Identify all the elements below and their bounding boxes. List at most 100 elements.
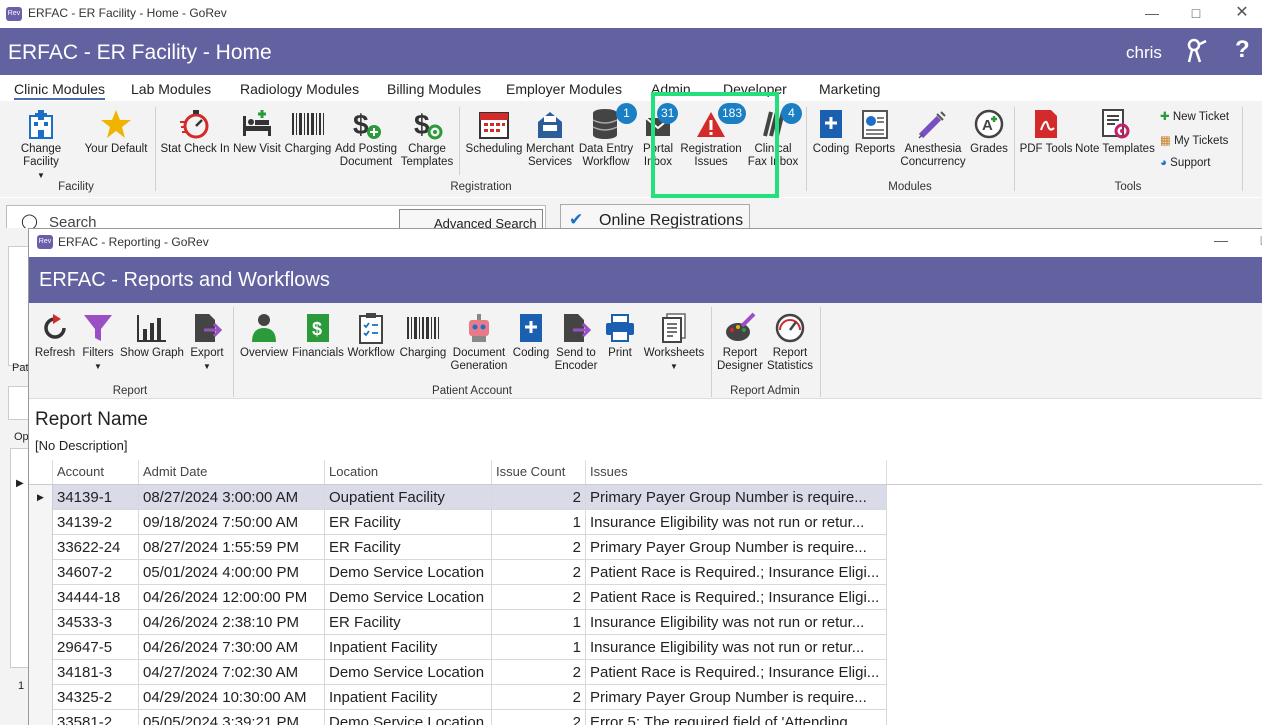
- reports-button[interactable]: Reports: [852, 107, 898, 156]
- user-keys-icon[interactable]: [1186, 38, 1208, 67]
- location-cell: Inpatient Facility: [325, 685, 492, 710]
- page-title: ERFAC - ER Facility - Home: [8, 41, 272, 64]
- table-row[interactable]: 33581-2 05/05/2024 3:39:21 PM Demo Service…: [53, 710, 887, 725]
- group-label-registration: Registration: [450, 181, 512, 193]
- export-button[interactable]: Export ▼: [185, 311, 229, 373]
- print-button[interactable]: Print: [599, 311, 641, 360]
- reporting-minimize-button[interactable]: —: [1201, 229, 1241, 251]
- card-reader-icon: [533, 107, 567, 141]
- pdf-tools-button[interactable]: PDF Tools: [1018, 107, 1074, 156]
- send-to-encoder-button[interactable]: Send to Encoder: [553, 311, 599, 373]
- issues-cell: Primary Payer Group Number is require...: [586, 685, 887, 710]
- change-facility-button[interactable]: Change Facility ▼: [4, 107, 78, 182]
- column-header-admit-date[interactable]: Admit Date: [139, 460, 325, 484]
- report-designer-button[interactable]: Report Designer: [715, 311, 765, 373]
- your-default-button[interactable]: Your Default: [82, 107, 150, 156]
- ribbon-separator: [1014, 107, 1015, 191]
- overview-button[interactable]: Overview: [237, 311, 291, 360]
- tab-billing-modules[interactable]: Billing Modules: [387, 81, 481, 97]
- account-cell: 34444-18: [53, 585, 139, 610]
- search-box[interactable]: ◯ Search Advanced Search: [6, 205, 546, 231]
- report-description: [No Description]: [35, 438, 128, 453]
- advanced-search-button[interactable]: Advanced Search: [399, 209, 543, 231]
- column-header-location[interactable]: Location: [325, 460, 492, 484]
- ribbon-separator: [711, 307, 712, 397]
- coding-button[interactable]: Coding: [810, 107, 852, 156]
- table-row[interactable]: 34325-2 04/29/2024 10:30:00 AM Inpatient F…: [53, 685, 887, 710]
- workflow-button[interactable]: Workflow: [345, 311, 397, 360]
- report-charging-button[interactable]: Charging: [397, 311, 449, 360]
- stopwatch-icon: [178, 107, 212, 141]
- anesthesia-concurrency-button[interactable]: Anesthesia Concurrency: [898, 107, 968, 169]
- document-generation-button[interactable]: Document Generation: [449, 311, 509, 373]
- table-row[interactable]: 34139-1 08/27/2024 3:00:00 AM Oupatient Fa…: [53, 485, 887, 510]
- column-header-issues[interactable]: Issues: [586, 460, 887, 484]
- admit-date-cell: 04/26/2024 7:30:00 AM: [139, 635, 325, 660]
- admit-date-cell: 04/26/2024 12:00:00 PM: [139, 585, 325, 610]
- scheduling-button[interactable]: Scheduling: [464, 107, 524, 156]
- location-cell: ER Facility: [325, 610, 492, 635]
- issues-cell: Error 5: The required field of 'Attendin…: [586, 710, 887, 725]
- tab-lab-modules[interactable]: Lab Modules: [131, 81, 211, 97]
- admit-date-cell: 04/29/2024 10:30:00 AM: [139, 685, 325, 710]
- report-statistics-button[interactable]: Report Statistics: [765, 311, 815, 373]
- stat-check-in-button[interactable]: Stat Check In: [160, 107, 230, 156]
- table-row[interactable]: 29647-5 04/26/2024 7:30:00 AM Inpatient Fa…: [53, 635, 887, 660]
- my-tickets-link[interactable]: ▦ My Tickets: [1160, 133, 1228, 147]
- add-posting-document-button[interactable]: $ Add Posting Document: [334, 107, 398, 169]
- reporting-title-bar: Rev ERFAC - Reporting - GoRev — □: [29, 229, 1262, 256]
- show-graph-button[interactable]: Show Graph: [119, 311, 185, 360]
- account-cell: 33581-2: [53, 710, 139, 725]
- table-row[interactable]: 33622-24 08/27/2024 1:55:59 PM ER Facility…: [53, 535, 887, 560]
- column-header-account[interactable]: Account: [53, 460, 139, 484]
- tab-radiology-modules[interactable]: Radiology Modules: [240, 81, 359, 97]
- support-24-icon: ◕: [1160, 157, 1167, 169]
- account-cell: 34139-2: [53, 510, 139, 535]
- ribbon-separator: [155, 107, 156, 191]
- support-link[interactable]: ◕ Support: [1160, 157, 1210, 169]
- dollar-add-icon: $: [349, 107, 383, 141]
- financials-button[interactable]: $ Financials: [291, 311, 345, 360]
- minimize-button[interactable]: —: [1132, 2, 1172, 24]
- worksheets-button[interactable]: Worksheets ▼: [641, 311, 707, 373]
- column-header-issue-count[interactable]: Issue Count: [492, 460, 586, 484]
- tab-admin[interactable]: Admin: [651, 81, 691, 97]
- reporting-ribbon: Refresh Filters ▼ Show Graph Export ▼ Re…: [29, 303, 1262, 399]
- issues-cell: Patient Race is Required.; Insurance Eli…: [586, 660, 887, 685]
- tab-developer[interactable]: Developer: [723, 81, 787, 97]
- note-templates-button[interactable]: Note Templates: [1074, 107, 1156, 156]
- table-row[interactable]: 34533-3 04/26/2024 2:38:10 PM ER Facility 1…: [53, 610, 887, 635]
- ribbon-separator: [233, 307, 234, 397]
- maximize-button[interactable]: □: [1176, 2, 1216, 24]
- reporting-maximize-button[interactable]: □: [1245, 229, 1262, 251]
- admit-date-cell: 04/26/2024 2:38:10 PM: [139, 610, 325, 635]
- filters-button[interactable]: Filters ▼: [77, 311, 119, 373]
- issues-cell: Insurance Eligibility was not run or ret…: [586, 635, 887, 660]
- charge-templates-button[interactable]: $ Charge Templates: [400, 107, 454, 169]
- table-row[interactable]: 34139-2 09/18/2024 7:50:00 AM ER Facility 1…: [53, 510, 887, 535]
- table-row[interactable]: 34181-3 04/27/2024 7:02:30 AM Demo Service…: [53, 660, 887, 685]
- table-row[interactable]: 34607-2 05/01/2024 4:00:00 PM Demo Service…: [53, 560, 887, 585]
- merchant-services-button[interactable]: Merchant Services: [524, 107, 576, 169]
- window-title: ERFAC - ER Facility - Home - GoRev: [28, 6, 227, 20]
- admit-date-cell: 09/18/2024 7:50:00 AM: [139, 510, 325, 535]
- user-name[interactable]: chris: [1126, 43, 1162, 63]
- background-text: Op: [14, 431, 29, 443]
- new-ticket-link[interactable]: ✚ New Ticket: [1160, 109, 1229, 123]
- grades-button[interactable]: A Grades: [968, 107, 1010, 156]
- help-icon[interactable]: ?: [1235, 36, 1250, 64]
- tab-marketing[interactable]: Marketing: [819, 81, 880, 97]
- table-row[interactable]: 34444-18 04/26/2024 12:00:00 PM Demo Servi…: [53, 585, 887, 610]
- charging-button[interactable]: Charging: [284, 107, 332, 156]
- reporting-window: Rev ERFAC - Reporting - GoRev — □ ERFAC …: [28, 228, 1262, 725]
- data-entry-count-badge: 1: [616, 103, 637, 124]
- close-button[interactable]: ✕: [1222, 2, 1262, 24]
- pdf-icon: [1029, 107, 1063, 141]
- tab-clinic-modules[interactable]: Clinic Modules: [14, 81, 106, 100]
- online-registrations-button[interactable]: ✔ Online Registrations: [560, 204, 750, 230]
- report-coding-button[interactable]: Coding: [509, 311, 553, 360]
- new-visit-button[interactable]: New Visit: [232, 107, 282, 156]
- refresh-button[interactable]: Refresh: [33, 311, 77, 360]
- tab-employer-modules[interactable]: Employer Modules: [506, 81, 622, 97]
- svg-text:$: $: [312, 319, 322, 339]
